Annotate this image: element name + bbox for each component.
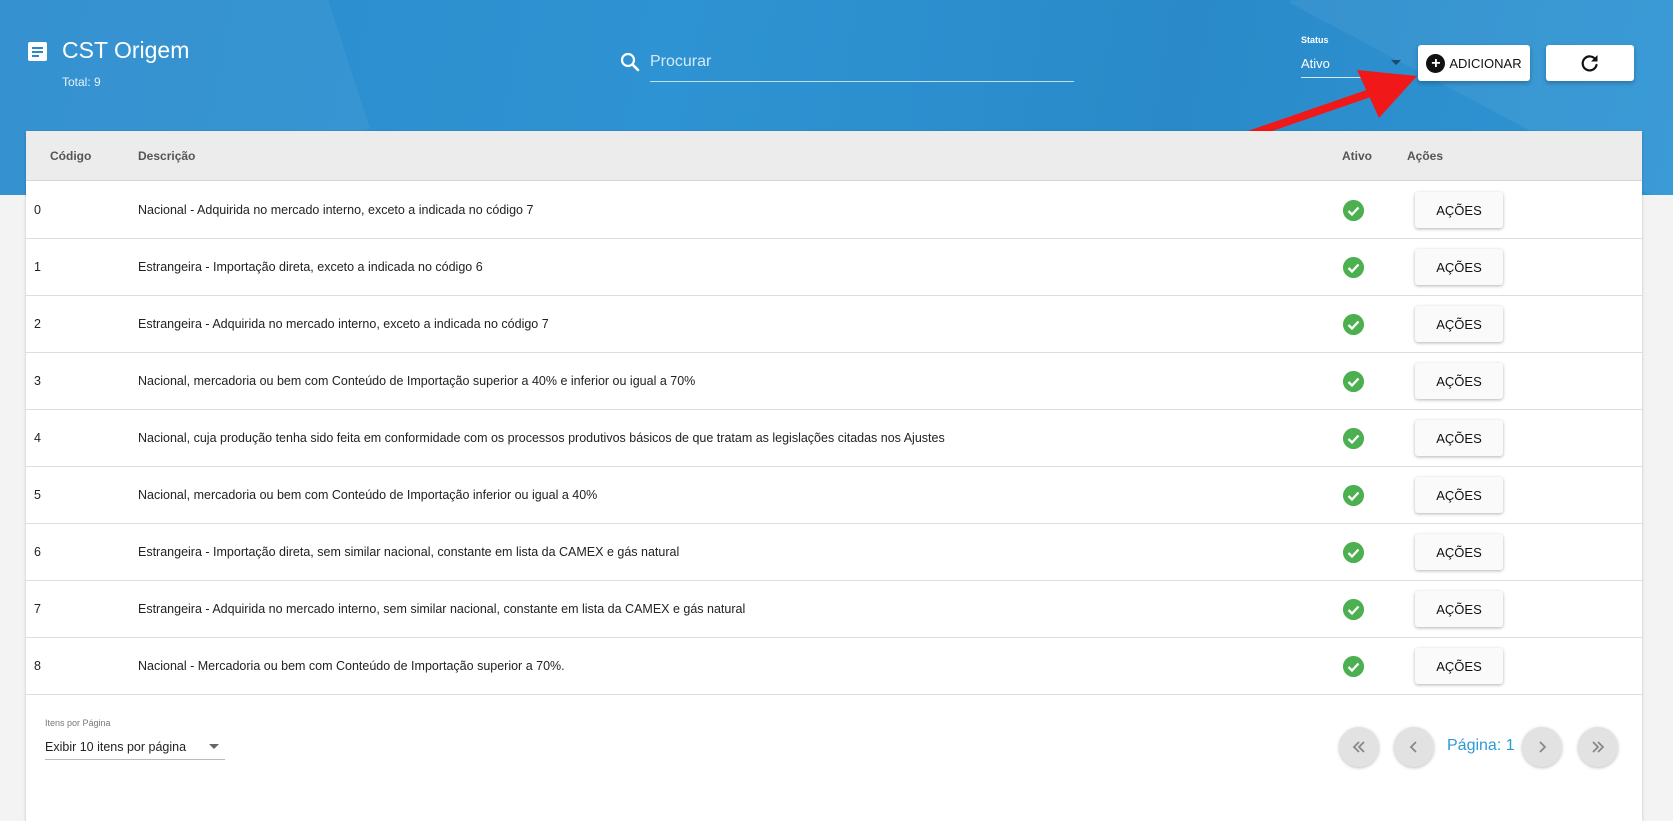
- check-circle-icon: [1343, 599, 1364, 620]
- table-row: 4 Nacional, cuja produção tenha sido feit…: [26, 410, 1642, 467]
- check-circle-icon: [1343, 314, 1364, 335]
- cell-codigo: 7: [34, 602, 41, 616]
- items-per-page-select[interactable]: Exibir 10 itens por página: [45, 732, 225, 760]
- document-list-icon: [28, 42, 47, 61]
- actions-button[interactable]: AÇÕES: [1415, 192, 1503, 228]
- refresh-icon: [1581, 55, 1598, 72]
- total-count: Total: 9: [62, 75, 101, 89]
- actions-button[interactable]: AÇÕES: [1415, 591, 1503, 627]
- double-chevron-left-icon: [1352, 741, 1365, 753]
- table-row: 7 Estrangeira - Adquirida no mercado inte…: [26, 581, 1642, 638]
- page-indicator: Página: 1: [1447, 737, 1515, 754]
- cell-codigo: 8: [34, 659, 41, 673]
- last-page-button[interactable]: [1578, 727, 1618, 767]
- cell-descricao: Nacional, mercadoria ou bem com Conteúdo…: [138, 374, 696, 388]
- next-page-button[interactable]: [1522, 727, 1562, 767]
- previous-page-button[interactable]: [1394, 727, 1434, 767]
- cell-codigo: 3: [34, 374, 41, 388]
- table-row: 6 Estrangeira - Importação direta, sem si…: [26, 524, 1642, 581]
- cell-descricao: Estrangeira - Importação direta, sem sim…: [138, 545, 680, 559]
- check-circle-icon: [1343, 485, 1364, 506]
- chevron-left-icon: [1409, 741, 1417, 753]
- actions-button[interactable]: AÇÕES: [1415, 648, 1503, 684]
- cell-codigo: 6: [34, 545, 41, 559]
- column-header-codigo: Código: [50, 149, 92, 163]
- items-per-page-value: Exibir 10 itens por página: [45, 740, 187, 754]
- check-circle-icon: [1343, 200, 1364, 221]
- cell-descricao: Nacional - Mercadoria ou bem com Conteúd…: [138, 659, 565, 673]
- check-circle-icon: [1343, 371, 1364, 392]
- items-per-page-label: Itens por Página: [45, 718, 111, 728]
- search-input[interactable]: [650, 48, 1074, 82]
- cell-descricao: Estrangeira - Adquirida no mercado inter…: [138, 317, 549, 331]
- table-row: 5 Nacional, mercadoria ou bem com Conteúd…: [26, 467, 1642, 524]
- cell-codigo: 4: [34, 431, 41, 445]
- column-header-acoes: Ações: [1407, 149, 1444, 163]
- table-row: 2 Estrangeira - Adquirida no mercado inte…: [26, 296, 1642, 353]
- results-card: Código Descrição Ativo Ações 0 Nacional -…: [26, 131, 1642, 821]
- check-circle-icon: [1343, 542, 1364, 563]
- cell-descricao: Nacional, cuja produção tenha sido feita…: [138, 431, 945, 445]
- check-circle-icon: [1343, 656, 1364, 677]
- cell-descricao: Estrangeira - Importação direta, exceto …: [138, 260, 483, 274]
- chevron-down-icon: [209, 744, 219, 749]
- table-row: 0 Nacional - Adquirida no mercado interno…: [26, 182, 1642, 239]
- check-circle-icon: [1343, 428, 1364, 449]
- actions-button[interactable]: AÇÕES: [1415, 249, 1503, 285]
- chevron-right-icon: [1539, 741, 1547, 753]
- cell-descricao: Estrangeira - Adquirida no mercado inter…: [138, 602, 746, 616]
- refresh-button[interactable]: [1546, 45, 1634, 81]
- table-row: 3 Nacional, mercadoria ou bem com Conteúd…: [26, 353, 1642, 410]
- actions-button[interactable]: AÇÕES: [1415, 306, 1503, 342]
- add-button-label: ADICIONAR: [1449, 55, 1522, 71]
- cell-descricao: Nacional - Adquirida no mercado interno,…: [138, 203, 534, 217]
- column-header-ativo: Ativo: [1342, 149, 1372, 163]
- table-row: 1 Estrangeira - Importação direta, exceto…: [26, 239, 1642, 296]
- actions-button[interactable]: AÇÕES: [1415, 534, 1503, 570]
- status-label: Status: [1301, 35, 1329, 45]
- actions-button[interactable]: AÇÕES: [1415, 477, 1503, 513]
- search-icon: [620, 52, 640, 72]
- check-circle-icon: [1343, 257, 1364, 278]
- double-chevron-right-icon: [1592, 741, 1605, 753]
- cell-codigo: 1: [34, 260, 41, 274]
- cell-codigo: 0: [34, 203, 41, 217]
- cell-codigo: 2: [34, 317, 41, 331]
- actions-button[interactable]: AÇÕES: [1415, 420, 1503, 456]
- first-page-button[interactable]: [1339, 727, 1379, 767]
- page-title: CST Origem: [62, 37, 190, 63]
- actions-button[interactable]: AÇÕES: [1415, 363, 1503, 399]
- table-header: Código Descrição Ativo Ações: [26, 131, 1642, 181]
- cell-descricao: Nacional, mercadoria ou bem com Conteúdo…: [138, 488, 598, 502]
- column-header-descricao: Descrição: [138, 149, 196, 163]
- table-row: 8 Nacional - Mercadoria ou bem com Conteú…: [26, 638, 1642, 695]
- cell-codigo: 5: [34, 488, 41, 502]
